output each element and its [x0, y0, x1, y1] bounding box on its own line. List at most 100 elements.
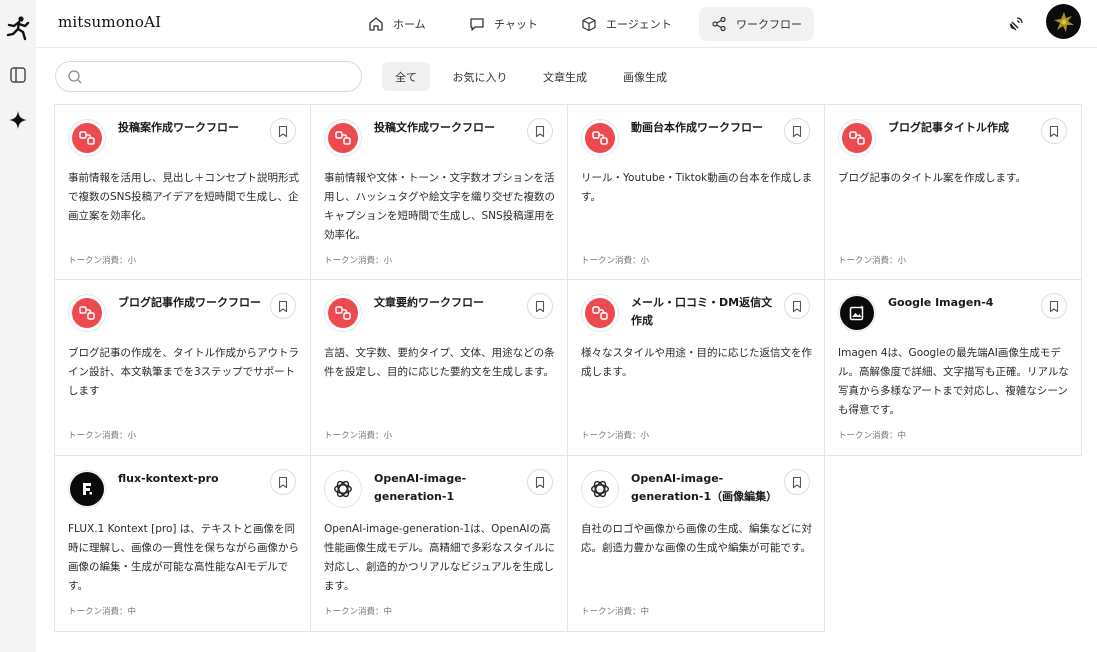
tab-text-generation[interactable]: 文章生成: [535, 62, 595, 91]
card-description: FLUX.1 Kontext [pro] は、テキストと画像を同時に理解し、画像…: [68, 523, 299, 592]
workflow-card-11[interactable]: OpenAI-image-generation-1（画像編集） 自社のロゴや画像…: [568, 456, 825, 632]
sparkle-icon[interactable]: [3, 105, 33, 135]
token-usage-label: トークン消費：中: [68, 607, 137, 617]
bookmark-button[interactable]: [1041, 118, 1067, 144]
workflow-icon: [324, 119, 362, 157]
card-description: 事前情報や文体・トーン・文字数オプションを活用し、ハッシュタグや絵文字を織り交ぜ…: [324, 172, 556, 241]
bookmark-icon: [535, 476, 545, 488]
nav-chat[interactable]: チャット: [457, 7, 550, 41]
workflow-icon: [581, 119, 619, 157]
flux-icon: [68, 470, 106, 508]
image-ai-icon: [838, 294, 876, 332]
satellite-icon[interactable]: [1002, 10, 1030, 38]
bookmark-icon: [535, 300, 545, 312]
workflow-card-1[interactable]: 投稿案作成ワークフロー 事前情報を活用し、見出し＋コンセプト説明形式で複数のSN…: [54, 104, 311, 280]
token-usage-label: トークン消費：小: [324, 256, 393, 266]
cube-icon: [582, 16, 596, 32]
token-usage-label: トークン消費：小: [324, 431, 393, 441]
bookmark-button[interactable]: [527, 469, 553, 495]
card-title: OpenAI-image-generation-1（画像編集）: [631, 472, 778, 503]
token-usage-label: トークン消費：小: [581, 256, 650, 266]
card-description: Imagen 4は、Googleの最先端AI画像生成モデル。高解像度で詳細、文字…: [838, 347, 1069, 416]
bookmark-icon: [278, 476, 288, 488]
bookmark-button[interactable]: [527, 118, 553, 144]
token-usage-label: トークン消費：小: [838, 256, 907, 266]
bookmark-button[interactable]: [527, 293, 553, 319]
workflow-card-8[interactable]: Google Imagen-4 Imagen 4は、Googleの最先端AI画像…: [825, 280, 1082, 456]
token-usage-label: トークン消費：小: [68, 256, 137, 266]
card-description: 自社のロゴや画像から画像の生成、編集などに対応。創造力豊かな画像の生成や編集が可…: [581, 523, 812, 554]
nav-home[interactable]: ホーム: [356, 7, 438, 41]
workflow-icon: [68, 294, 106, 332]
chat-icon: [470, 18, 484, 31]
card-title: Google Imagen-4: [888, 296, 994, 309]
bookmark-icon: [792, 125, 802, 137]
card-title: OpenAI-image-generation-1: [374, 472, 467, 503]
bookmark-icon: [1049, 125, 1059, 137]
share-icon: [712, 16, 726, 32]
card-description: 言語、文字数、要約タイプ、文体、用途などの条件を設定し、目的に応じた要約文を生成…: [324, 347, 555, 378]
card-description: リール・Youtube・Tiktok動画の台本を作成します。: [581, 172, 813, 203]
card-title: ブログ記事タイトル作成: [888, 121, 1009, 134]
bookmark-button[interactable]: [784, 293, 810, 319]
workflow-icon: [838, 119, 876, 157]
runner-logo-icon[interactable]: [3, 13, 33, 43]
bookmark-icon: [1049, 300, 1059, 312]
openai-icon: [581, 470, 619, 508]
bookmark-button[interactable]: [270, 118, 296, 144]
nav-agent-label: エージェント: [606, 18, 672, 31]
bookmark-button[interactable]: [1041, 293, 1067, 319]
workflow-card-4[interactable]: ブログ記事タイトル作成 ブログ記事のタイトル案を作成します。 トークン消費：小: [825, 104, 1082, 280]
nav-workflow[interactable]: ワークフロー: [699, 7, 814, 41]
nav-workflow-label: ワークフロー: [736, 18, 802, 31]
bookmark-icon: [278, 125, 288, 137]
home-icon: [369, 17, 383, 31]
card-title: 文章要約ワークフロー: [374, 296, 484, 309]
bookmark-icon: [792, 300, 802, 312]
tab-all[interactable]: 全て: [382, 62, 430, 91]
card-description: OpenAI-image-generation-1は、OpenAIの高性能画像生…: [324, 523, 555, 592]
tab-image-generation[interactable]: 画像生成: [614, 62, 676, 91]
workflow-card-5[interactable]: ブログ記事作成ワークフロー ブログ記事の作成を、タイトル作成からアウトライン設計…: [54, 280, 311, 456]
workflow-icon: [581, 294, 619, 332]
token-usage-label: トークン消費：中: [324, 607, 393, 617]
bookmark-icon: [792, 476, 802, 488]
card-title: 動画台本作成ワークフロー: [631, 121, 763, 134]
avatar[interactable]: [1046, 4, 1081, 39]
bookmark-button[interactable]: [270, 469, 296, 495]
card-title: 投稿案作成ワークフロー: [118, 121, 239, 134]
card-title: メール・口コミ・DM返信文作成: [631, 296, 773, 327]
search-icon: [68, 70, 82, 84]
top-header: mitsumonoAI ホーム チャット エージェント ワークフロー: [36, 0, 1097, 48]
openai-icon: [324, 470, 362, 508]
workflow-card-7[interactable]: メール・口コミ・DM返信文作成 様々なスタイルや用途・目的に応じた返信文を作成し…: [568, 280, 825, 456]
card-title: flux-kontext-pro: [118, 472, 219, 485]
search-box[interactable]: [55, 61, 362, 92]
card-description: ブログ記事の作成を、タイトル作成からアウトライン設計、本文執筆までを3ステップで…: [68, 347, 299, 397]
workflow-card-10[interactable]: OpenAI-image-generation-1 OpenAI-image-g…: [311, 456, 568, 632]
bookmark-button[interactable]: [270, 293, 296, 319]
nav-agent[interactable]: エージェント: [569, 7, 684, 41]
bookmark-button[interactable]: [784, 118, 810, 144]
token-usage-label: トークン消費：中: [838, 431, 907, 441]
left-rail: [0, 0, 36, 652]
tab-favorites[interactable]: お気に入り: [446, 62, 514, 91]
workflow-card-2[interactable]: 投稿文作成ワークフロー 事前情報や文体・トーン・文字数オプションを活用し、ハッシ…: [311, 104, 568, 280]
nav-home-label: ホーム: [393, 18, 426, 31]
app-title: mitsumonoAI: [58, 13, 162, 31]
token-usage-label: トークン消費：小: [581, 431, 650, 441]
bookmark-icon: [278, 300, 288, 312]
card-title: ブログ記事作成ワークフロー: [118, 296, 261, 309]
token-usage-label: トークン消費：小: [68, 431, 137, 441]
bookmark-button[interactable]: [784, 469, 810, 495]
bookmark-icon: [535, 125, 545, 137]
workflow-card-9[interactable]: flux-kontext-pro FLUX.1 Kontext [pro] は、…: [54, 456, 311, 632]
workflow-card-6[interactable]: 文章要約ワークフロー 言語、文字数、要約タイプ、文体、用途などの条件を設定し、目…: [311, 280, 568, 456]
card-description: 様々なスタイルや用途・目的に応じた返信文を作成します。: [581, 347, 812, 378]
workflow-card-3[interactable]: 動画台本作成ワークフロー リール・Youtube・Tiktok動画の台本を作成し…: [568, 104, 825, 280]
card-description: ブログ記事のタイトル案を作成します。: [838, 172, 1026, 184]
search-input[interactable]: [90, 67, 350, 87]
card-title: 投稿文作成ワークフロー: [374, 121, 495, 134]
workflow-icon: [324, 294, 362, 332]
sidebar-toggle-icon[interactable]: [3, 60, 33, 90]
